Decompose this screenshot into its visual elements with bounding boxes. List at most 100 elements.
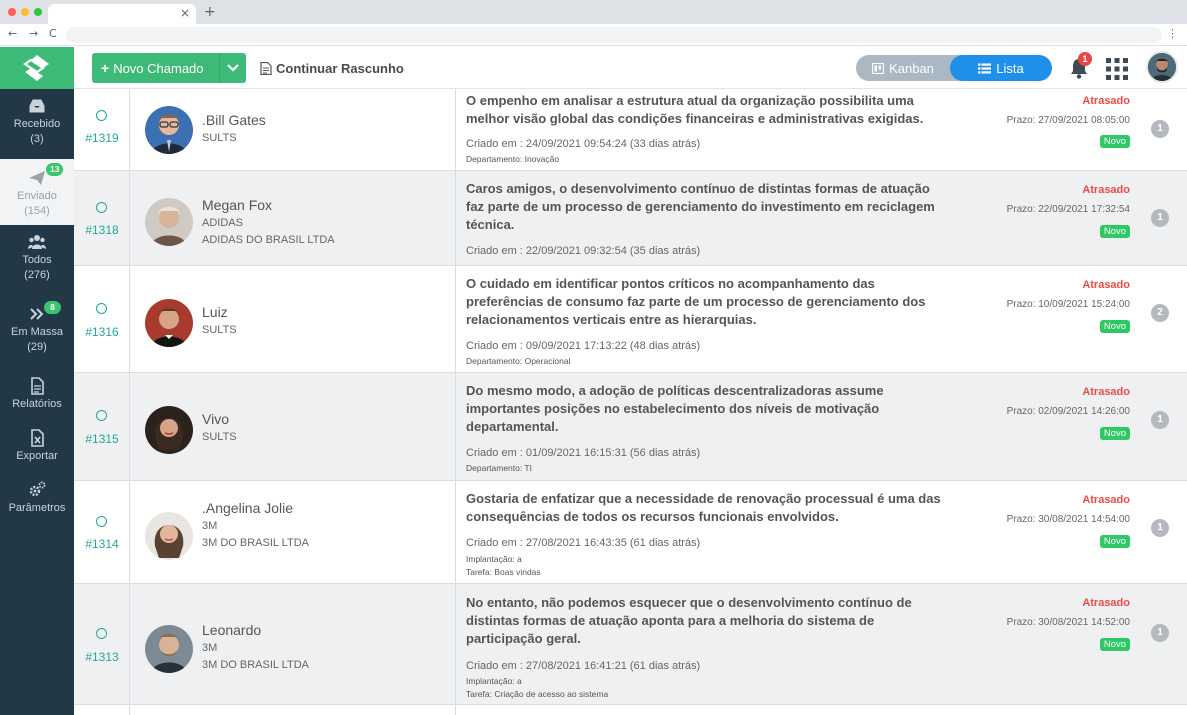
continue-draft-label: Continuar Rascunho xyxy=(276,61,404,76)
browser-menu-icon[interactable]: ⋮ xyxy=(1167,27,1178,40)
requester-name: Leonardo xyxy=(202,622,262,638)
ticket-subject: Gostaria de enfatizar que a necessidade … xyxy=(466,491,941,524)
ticket-id[interactable]: #1319 xyxy=(74,131,130,145)
list-icon xyxy=(978,63,992,73)
reload-icon[interactable]: C xyxy=(49,27,57,40)
ticket-id[interactable]: #1316 xyxy=(74,325,130,339)
ticket-radio[interactable] xyxy=(96,110,107,121)
sidebar-item-relatorios[interactable]: Relatórios xyxy=(0,377,74,412)
sidebar-item-label: Parâmetros xyxy=(8,502,66,514)
sidebar: Recebido (3) 13 Enviado (154) Todos (276… xyxy=(0,47,74,715)
plus-icon: + xyxy=(101,60,110,76)
browser-tab[interactable]: × xyxy=(48,4,196,24)
list-view-button[interactable]: Lista xyxy=(950,55,1052,81)
comment-count: 1 xyxy=(1151,624,1169,642)
minimize-window-button[interactable] xyxy=(21,8,29,16)
new-ticket-dropdown[interactable] xyxy=(219,53,246,83)
sidebar-item-label: Todos xyxy=(22,254,52,266)
ticket-id[interactable]: #1313 xyxy=(74,650,130,664)
maximize-window-button[interactable] xyxy=(34,8,42,16)
ticket-select-cell: #1315 xyxy=(74,373,130,480)
ticket-implantation: Implantação: a xyxy=(466,554,522,564)
apps-grid-icon[interactable] xyxy=(1106,58,1128,80)
view-toggle: Kanban Lista xyxy=(856,55,1052,81)
kanban-view-label: Kanban xyxy=(889,60,934,76)
ticket-radio[interactable] xyxy=(96,202,107,213)
ticket-subject: Caros amigos, o desenvolvimento contínuo… xyxy=(466,181,935,232)
sidebar-item-recebido[interactable]: Recebido (3) xyxy=(0,97,74,147)
ticket-id[interactable]: #1315 xyxy=(74,432,130,446)
ticket-select-cell: #1316 xyxy=(74,266,130,372)
ticket-id[interactable]: #1318 xyxy=(74,223,130,237)
sidebar-item-label: Relatórios xyxy=(12,398,62,410)
ticket-radio[interactable] xyxy=(96,516,107,527)
user-avatar[interactable] xyxy=(1146,51,1178,83)
sidebar-item-exportar[interactable]: Exportar xyxy=(0,429,74,464)
sidebar-item-enviado[interactable]: 13 Enviado (154) xyxy=(0,159,74,225)
requester-name: Megan Fox xyxy=(202,197,273,213)
sidebar-item-count: (154) xyxy=(24,205,50,217)
report-icon xyxy=(31,377,44,395)
ticket-select-cell: #1319 xyxy=(74,89,130,170)
close-window-button[interactable] xyxy=(8,8,16,16)
status-badge: Atrasado xyxy=(1082,494,1130,506)
ticket-deadline: Prazo: 10/09/2021 15:24:00 xyxy=(1006,299,1130,310)
ticket-select-cell: #1318 xyxy=(74,171,130,265)
requester-cell xyxy=(130,705,456,715)
chevron-down-icon xyxy=(227,64,239,72)
ticket-created: Criado em : 27/08/2021 16:41:21 (61 dias… xyxy=(466,660,701,672)
ticket-id[interactable]: #1314 xyxy=(74,537,130,551)
forward-arrow-icon[interactable]: → xyxy=(29,27,38,40)
back-arrow-icon[interactable]: ← xyxy=(8,27,17,40)
new-tag: Novo xyxy=(1099,535,1130,548)
close-tab-icon[interactable]: × xyxy=(180,6,190,20)
sidebar-item-parametros[interactable]: Parâmetros xyxy=(0,481,74,516)
sidebar-badge: 8 xyxy=(44,301,61,314)
sults-logo[interactable] xyxy=(0,47,74,89)
ticket-row[interactable]: #1316 Luiz SULTS O cuidado em identifica… xyxy=(74,266,1187,373)
kanban-view-button[interactable]: Kanban xyxy=(856,55,950,81)
ticket-select-cell: #1314 xyxy=(74,481,130,583)
ticket-subject: O cuidado em identificar pontos críticos… xyxy=(466,276,926,327)
sidebar-item-count: (276) xyxy=(24,269,50,281)
notification-badge: 1 xyxy=(1078,52,1092,66)
continue-draft-link[interactable]: Continuar Rascunho xyxy=(260,61,404,76)
ticket-deadline: Prazo: 27/09/2021 08:05:00 xyxy=(1006,115,1130,126)
ticket-radio[interactable] xyxy=(96,410,107,421)
ticket-department: Departamento: Inovação xyxy=(466,154,560,164)
requester-cell: .Angelina Jolie 3M 3M DO BRASIL LTDA xyxy=(130,481,456,583)
requester-cell: Luiz SULTS xyxy=(130,266,456,372)
ticket-radio[interactable] xyxy=(96,303,107,314)
new-tab-button[interactable]: + xyxy=(204,4,216,20)
ticket-row[interactable]: #1319 .Bill Gates SULTS O empenho em ana… xyxy=(74,89,1187,171)
address-bar: ← → C ⋮ xyxy=(0,24,1187,46)
logo-icon xyxy=(23,55,49,81)
new-tag: Novo xyxy=(1099,638,1130,651)
ticket-deadline: Prazo: 30/08/2021 14:52:00 xyxy=(1006,617,1130,628)
requester-name: .Angelina Jolie xyxy=(202,500,294,516)
requester-cell: Vivo SULTS xyxy=(130,373,456,480)
ticket-row[interactable] xyxy=(74,705,1187,715)
status-badge: Atrasado xyxy=(1082,279,1130,291)
ticket-subject: No entanto, não podemos esquecer que o d… xyxy=(466,595,912,646)
sidebar-item-em-massa[interactable]: 8 Em Massa (29) xyxy=(0,301,74,355)
requester-cell: Leonardo 3M 3M DO BRASIL LTDA xyxy=(130,584,456,704)
requester-avatar xyxy=(145,106,193,154)
ticket-created: Criado em : 22/09/2021 09:32:54 (35 dias… xyxy=(466,245,701,257)
new-ticket-button[interactable]: + Novo Chamado xyxy=(92,53,246,83)
requester-company-full: 3M DO BRASIL LTDA xyxy=(202,537,309,549)
new-tag: Novo xyxy=(1099,225,1130,238)
ticket-row[interactable]: #1313 Leonardo 3M 3M DO BRASIL LTDA No e… xyxy=(74,584,1187,705)
ticket-row[interactable]: #1315 Vivo SULTS Do mesmo modo, a adoção… xyxy=(74,373,1187,481)
ticket-row[interactable]: #1314 .Angelina Jolie 3M 3M DO BRASIL LT… xyxy=(74,481,1187,584)
sidebar-item-label: Enviado xyxy=(17,190,57,202)
ticket-radio[interactable] xyxy=(96,628,107,639)
url-input[interactable] xyxy=(66,27,1162,43)
sidebar-item-todos[interactable]: Todos (276) xyxy=(0,233,74,283)
requester-avatar xyxy=(145,299,193,347)
browser-tab-strip: × + xyxy=(0,0,1187,24)
ticket-implantation: Implantação: a xyxy=(466,676,522,686)
status-badge: Atrasado xyxy=(1082,95,1130,107)
ticket-row[interactable]: #1318 Megan Fox ADIDAS ADIDAS DO BRASIL … xyxy=(74,171,1187,266)
requester-company: SULTS xyxy=(202,324,237,336)
